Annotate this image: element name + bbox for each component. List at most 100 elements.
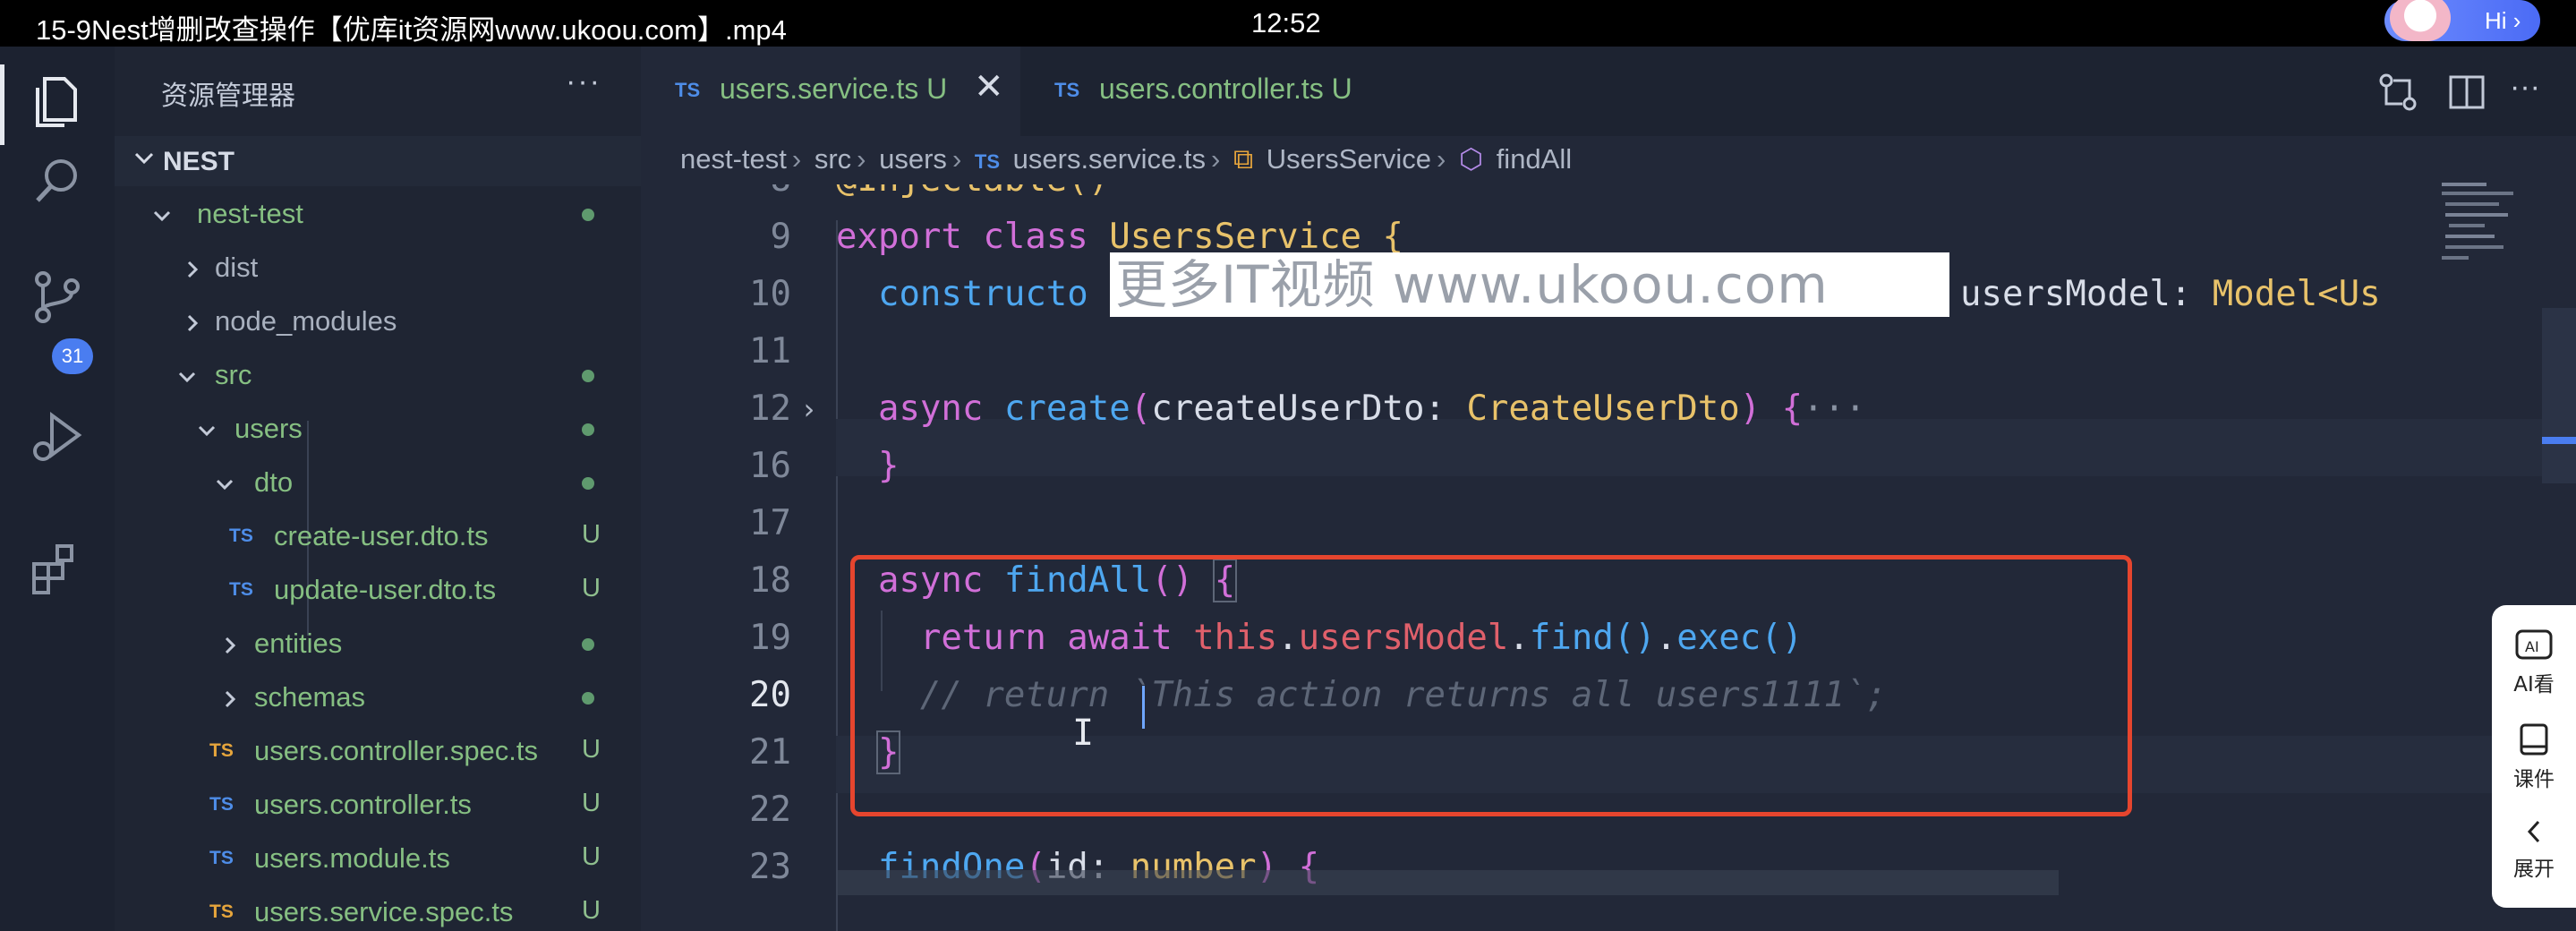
text-cursor bbox=[1142, 686, 1145, 729]
modified-dot bbox=[582, 370, 594, 382]
chevron-right-icon bbox=[225, 636, 236, 654]
more-actions-icon[interactable]: ··· bbox=[2510, 70, 2540, 105]
tree-item-label: dto bbox=[254, 466, 294, 498]
tree-item-label: schemas bbox=[254, 681, 366, 713]
workspace-root[interactable]: NEST bbox=[115, 136, 641, 186]
assistant-hi-label: Hi › bbox=[2485, 7, 2521, 34]
split-editor-icon[interactable] bbox=[2445, 70, 2490, 115]
tree-item-nest-test[interactable]: nest-test bbox=[115, 188, 641, 240]
video-title: 15-9Nest增删改查操作【优库it资源网www.ukoou.com】.mp4 bbox=[36, 14, 787, 46]
breadcrumb-item[interactable]: findAll bbox=[1497, 143, 1572, 175]
code-line-8: 8 @Injectable() bbox=[641, 184, 2431, 208]
untracked-badge: U bbox=[582, 520, 601, 549]
chevron-down-icon bbox=[198, 425, 216, 437]
tree-item-create-user-dto[interactable]: TS create-user.dto.ts U bbox=[115, 510, 641, 562]
tree-item-label: nest-test bbox=[197, 198, 303, 229]
modified-dot bbox=[582, 692, 594, 705]
source-control-icon[interactable] bbox=[27, 267, 88, 328]
tree-item-schemas[interactable]: schemas bbox=[115, 671, 641, 723]
ai-watch-button[interactable]: AI AI看 bbox=[2492, 628, 2576, 697]
tab-users-controller[interactable]: TS users.controller.ts U bbox=[1020, 47, 1414, 136]
scm-count-badge: 31 bbox=[52, 338, 93, 374]
activity-bar: 31 bbox=[0, 47, 115, 931]
tree-item-entities[interactable]: entities bbox=[115, 618, 641, 670]
typescript-test-file-icon: TS bbox=[209, 901, 234, 922]
chevron-right-icon bbox=[187, 261, 199, 278]
search-icon[interactable] bbox=[27, 150, 88, 211]
chevron-right-icon bbox=[225, 690, 236, 708]
breadcrumb-item[interactable]: src bbox=[815, 143, 851, 175]
expand-button[interactable]: 展开 bbox=[2492, 816, 2576, 882]
horizontal-scrollbar[interactable] bbox=[836, 870, 2059, 895]
modified-dot bbox=[582, 638, 594, 651]
tree-item-dist[interactable]: dist bbox=[115, 242, 641, 294]
tree-item-label: src bbox=[215, 359, 252, 390]
class-symbol-icon: ⧉ bbox=[1233, 143, 1254, 175]
typescript-file-icon: TS bbox=[1054, 79, 1080, 101]
assistant-hi-button[interactable]: Hi › bbox=[2384, 0, 2540, 41]
modified-dot bbox=[582, 423, 594, 436]
chevron-down-icon bbox=[216, 479, 234, 491]
chevron-left-icon bbox=[2527, 820, 2540, 843]
annotation-highlight-box bbox=[850, 555, 2132, 816]
tree-item-label: dist bbox=[215, 252, 259, 283]
chevron-down-icon bbox=[134, 152, 154, 165]
code-line-16: 16 } bbox=[749, 446, 900, 486]
compare-changes-icon[interactable] bbox=[2376, 70, 2420, 115]
explorer-sidebar: 资源管理器 ··· NEST nest-test dist node_modul… bbox=[115, 47, 641, 931]
modified-dot bbox=[582, 209, 594, 221]
typescript-file-icon: TS bbox=[209, 848, 234, 868]
close-icon[interactable]: ✕ bbox=[974, 66, 1004, 107]
editor-tab-bar: TS users.service.ts U ✕ TS users.control… bbox=[641, 47, 2576, 136]
tree-item-users[interactable]: users bbox=[115, 403, 641, 455]
explorer-icon[interactable] bbox=[27, 72, 88, 132]
breadcrumb-item[interactable]: users bbox=[879, 143, 947, 175]
tree-item-users-controller[interactable]: TS users.controller.ts U bbox=[115, 779, 641, 831]
tree-item-node-modules[interactable]: node_modules bbox=[115, 295, 641, 347]
video-top-bar: 15-9Nest增删改查操作【优库it资源网www.ukoou.com】.mp4… bbox=[0, 0, 2576, 47]
untracked-badge: U bbox=[582, 842, 601, 871]
tree-item-label: users.controller.spec.ts bbox=[254, 735, 539, 766]
extensions-icon[interactable] bbox=[27, 537, 88, 598]
modified-dot bbox=[582, 477, 594, 490]
breadcrumb-item[interactable]: UsersService bbox=[1267, 143, 1431, 175]
tree-item-users-controller-spec[interactable]: TS users.controller.spec.ts U bbox=[115, 725, 641, 777]
tree-item-users-module[interactable]: TS users.module.ts U bbox=[115, 833, 641, 884]
tree-item-dto[interactable]: dto bbox=[115, 457, 641, 508]
breadcrumb: nest-test › src › users › TS users.service.… bbox=[680, 143, 1573, 175]
tree-item-users-service-spec[interactable]: TS users.service.spec.ts U bbox=[115, 886, 641, 931]
workspace-root-label: NEST bbox=[163, 147, 235, 176]
explorer-more-actions[interactable]: ··· bbox=[566, 64, 601, 99]
typescript-file-icon: TS bbox=[974, 150, 1001, 173]
breadcrumb-item[interactable]: users.service.ts bbox=[1013, 143, 1206, 175]
fold-chevron-right-icon[interactable]: › bbox=[800, 392, 817, 426]
code-line-12: 12 › async create(createUserDto: CreateU… bbox=[749, 389, 1866, 429]
courseware-label: 课件 bbox=[2513, 768, 2555, 791]
untracked-badge: U bbox=[582, 789, 601, 817]
mouse-ibeam-cursor: I bbox=[1072, 713, 1095, 754]
vertical-scrollbar[interactable] bbox=[2542, 308, 2576, 483]
tree-item-src[interactable]: src bbox=[115, 349, 641, 401]
tree-item-label: update-user.dto.ts bbox=[274, 574, 497, 605]
watermark-banner: 更多IT视频 www.ukoou.com bbox=[1110, 252, 1949, 317]
tab-users-service[interactable]: TS users.service.ts U ✕ bbox=[641, 47, 1020, 136]
tree-item-label: users.module.ts bbox=[254, 842, 450, 874]
code-line-17: 17 bbox=[749, 503, 791, 543]
code-line-11: 11 bbox=[749, 331, 791, 372]
assistant-avatar bbox=[2390, 0, 2451, 41]
run-debug-icon[interactable] bbox=[27, 406, 88, 467]
untracked-badge: U bbox=[582, 574, 601, 602]
editor-actions: ··· bbox=[2376, 70, 2563, 115]
chevron-right-icon bbox=[187, 314, 199, 332]
explorer-title: 资源管理器 bbox=[161, 81, 295, 111]
tree-item-update-user-dto[interactable]: TS update-user.dto.ts U bbox=[115, 564, 641, 616]
tree-item-label: users.service.spec.ts bbox=[254, 896, 514, 927]
tree-item-label: entities bbox=[254, 628, 343, 659]
active-indicator bbox=[0, 64, 4, 145]
breadcrumb-item[interactable]: nest-test bbox=[680, 143, 787, 175]
scrollbar-cursor-marker bbox=[2542, 437, 2576, 444]
expand-label: 展开 bbox=[2513, 858, 2555, 881]
courseware-button[interactable]: 课件 bbox=[2492, 722, 2576, 792]
chevron-down-icon bbox=[178, 372, 196, 383]
typescript-file-icon: TS bbox=[675, 79, 701, 101]
